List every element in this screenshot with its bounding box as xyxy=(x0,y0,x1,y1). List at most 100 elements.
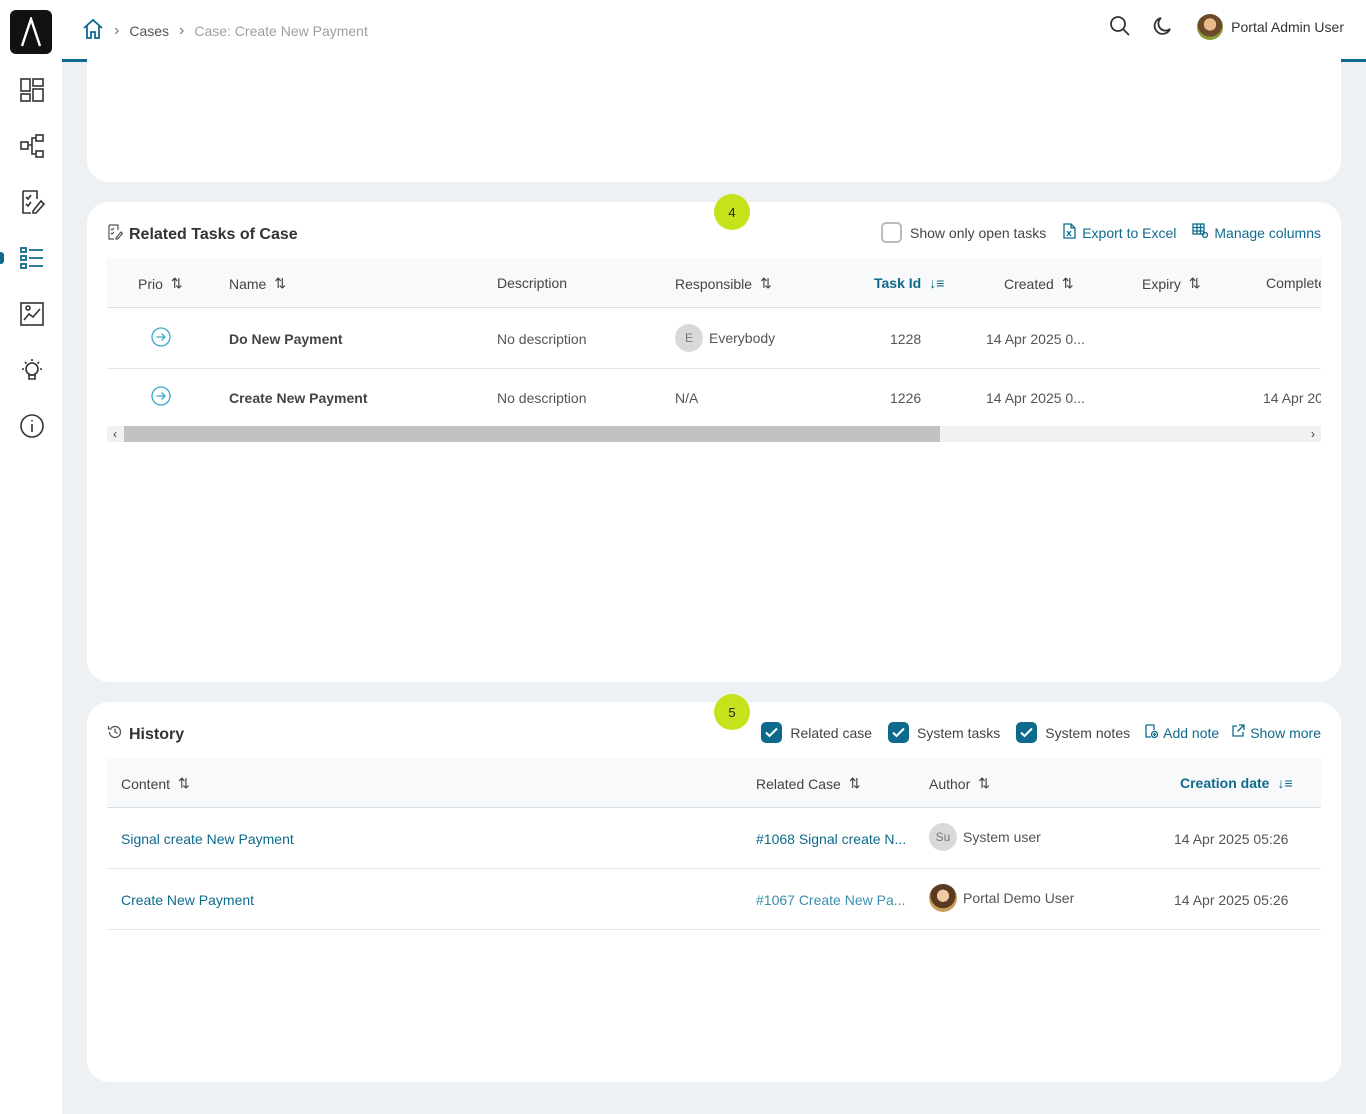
task-responsible: N/A xyxy=(675,390,699,406)
history-table: Content ⇅ Related Case ⇅ Author ⇅ Creation … xyxy=(107,758,1321,930)
statistics-icon[interactable] xyxy=(17,299,47,329)
export-excel-button[interactable]: Export to Excel xyxy=(1062,223,1176,242)
tasks-icon[interactable] xyxy=(17,187,47,217)
sort-icon: ⇅ xyxy=(1061,275,1074,291)
tasks-title: Related Tasks of Case xyxy=(107,224,298,245)
columns-settings-icon xyxy=(1192,223,1209,242)
col-author[interactable]: Author ⇅ xyxy=(929,775,990,792)
info-icon[interactable] xyxy=(17,411,47,441)
manage-columns-label: Manage columns xyxy=(1214,224,1321,241)
history-card: 5 History Related case System tasks Syst… xyxy=(87,694,1341,1082)
related-case-checkbox[interactable] xyxy=(761,722,783,743)
step-badge: 5 xyxy=(714,694,750,730)
history-title: History xyxy=(107,724,184,745)
history-related-case[interactable]: #1067 Create New Pa... xyxy=(756,892,905,908)
process-icon[interactable] xyxy=(17,131,47,161)
col-created[interactable]: Created ⇅ xyxy=(1004,275,1074,292)
sort-icon: ⇅ xyxy=(178,775,190,791)
task-created: 14 Apr 2025 0... xyxy=(986,331,1085,347)
manage-columns-button[interactable]: Manage columns xyxy=(1192,223,1321,242)
sort-icon: ⇅ xyxy=(978,775,990,791)
task-name[interactable]: Do New Payment xyxy=(229,331,343,347)
system-tasks-checkbox[interactable] xyxy=(888,722,910,743)
col-expiry[interactable]: Expiry ⇅ xyxy=(1142,275,1201,292)
col-content[interactable]: Content ⇅ xyxy=(121,775,190,792)
prio-arrow-icon[interactable] xyxy=(151,327,171,350)
dashboard-icon[interactable] xyxy=(17,75,47,105)
task-id: 1226 xyxy=(890,390,922,406)
task-description: No description xyxy=(497,331,587,347)
chevron-right-icon: › xyxy=(114,21,120,39)
breadcrumb-current: Case: Create New Payment xyxy=(194,22,368,39)
history-table-header: Content ⇅ Related Case ⇅ Author ⇅ Creation … xyxy=(107,758,1321,808)
scrollbar-thumb[interactable] xyxy=(124,426,940,442)
sort-icon: ⇅ xyxy=(848,775,861,791)
show-open-tasks-checkbox[interactable] xyxy=(881,222,903,243)
task-name[interactable]: Create New Payment xyxy=(229,390,368,406)
show-open-tasks-toggle[interactable]: Show only open tasks xyxy=(881,222,1046,243)
history-author: Portal Demo User xyxy=(929,884,1074,912)
chevron-right-icon: › xyxy=(179,21,185,39)
task-completed: 14 Apr 20 xyxy=(1263,390,1321,406)
avatar: E xyxy=(675,324,703,352)
lightbulb-icon[interactable] xyxy=(17,355,47,385)
history-author: Su System user xyxy=(929,823,1041,851)
show-more-label: Show more xyxy=(1250,724,1321,741)
sort-icon: ⇅ xyxy=(170,275,183,291)
filter-system-tasks[interactable]: System tasks xyxy=(888,722,1000,743)
history-icon xyxy=(107,724,123,745)
history-date: 14 Apr 2025 05:26 xyxy=(1174,831,1289,847)
task-responsible: E Everybody xyxy=(675,324,775,352)
excel-file-icon xyxy=(1062,223,1077,242)
table-row[interactable]: Do New Payment No description E Everybod… xyxy=(107,308,1321,369)
add-note-button[interactable]: Add note xyxy=(1144,723,1219,742)
col-task-id[interactable]: Task Id ↓≡ xyxy=(874,275,944,291)
task-list-icon xyxy=(107,224,124,245)
filter-system-notes[interactable]: System notes xyxy=(1016,722,1130,743)
table-row[interactable]: Create New Payment #1067 Create New Pa..… xyxy=(107,869,1321,930)
col-completed[interactable]: Complete xyxy=(1266,275,1321,291)
external-link-icon xyxy=(1231,724,1245,741)
history-related-case[interactable]: #1068 Signal create N... xyxy=(756,831,906,847)
system-tasks-label: System tasks xyxy=(917,724,1001,741)
sort-icon: ⇅ xyxy=(760,275,772,291)
add-note-label: Add note xyxy=(1163,724,1220,741)
tasks-table-header: Prio ⇅ Name ⇅ Description Responsible ⇅ Tas… xyxy=(107,258,1321,308)
filter-related-case[interactable]: Related case xyxy=(761,722,872,743)
active-indicator xyxy=(0,252,4,264)
avatar xyxy=(929,884,957,912)
table-row[interactable]: Signal create New Payment #1068 Signal c… xyxy=(107,808,1321,869)
user-menu[interactable]: Portal Admin User xyxy=(1197,14,1344,40)
col-responsible[interactable]: Responsible ⇅ xyxy=(675,275,772,292)
avatar xyxy=(1197,14,1224,40)
task-created: 14 Apr 2025 0... xyxy=(986,390,1085,406)
tasks-table: Prio ⇅ Name ⇅ Description Responsible ⇅ Tas… xyxy=(107,258,1321,448)
cases-list-icon[interactable] xyxy=(17,243,47,273)
scroll-right-icon[interactable]: › xyxy=(1305,426,1321,442)
breadcrumb-cases[interactable]: Cases xyxy=(129,23,169,39)
history-content[interactable]: Signal create New Payment xyxy=(121,831,294,847)
col-prio[interactable]: Prio ⇅ xyxy=(138,275,183,292)
tasks-actions: Show only open tasks Export to Excel Man… xyxy=(881,222,1321,243)
show-open-tasks-label: Show only open tasks xyxy=(910,224,1047,241)
step-badge: 4 xyxy=(714,194,750,230)
col-creation-date[interactable]: Creation date ↓≡ xyxy=(1180,775,1293,791)
dark-mode-icon[interactable] xyxy=(1153,15,1175,40)
history-actions: Related case System tasks System notes A… xyxy=(761,722,1321,743)
app-logo-icon[interactable] xyxy=(10,10,52,54)
system-notes-label: System notes xyxy=(1045,724,1131,741)
sort-desc-icon: ↓≡ xyxy=(1277,775,1293,791)
search-icon[interactable] xyxy=(1109,15,1131,40)
scroll-left-icon[interactable]: ‹ xyxy=(107,426,123,442)
header-actions: Portal Admin User xyxy=(1109,14,1344,40)
sort-icon: ⇅ xyxy=(274,275,287,291)
horizontal-scrollbar[interactable]: ‹ › xyxy=(107,426,1321,442)
col-related-case[interactable]: Related Case ⇅ xyxy=(756,775,861,792)
col-name[interactable]: Name ⇅ xyxy=(229,275,286,292)
prio-arrow-icon[interactable] xyxy=(151,386,171,409)
table-row[interactable]: Create New Payment No description N/A 12… xyxy=(107,369,1321,430)
system-notes-checkbox[interactable] xyxy=(1016,722,1038,743)
show-more-button[interactable]: Show more xyxy=(1231,724,1321,741)
history-content[interactable]: Create New Payment xyxy=(121,892,254,908)
tasks-title-text: Related Tasks of Case xyxy=(129,225,298,243)
